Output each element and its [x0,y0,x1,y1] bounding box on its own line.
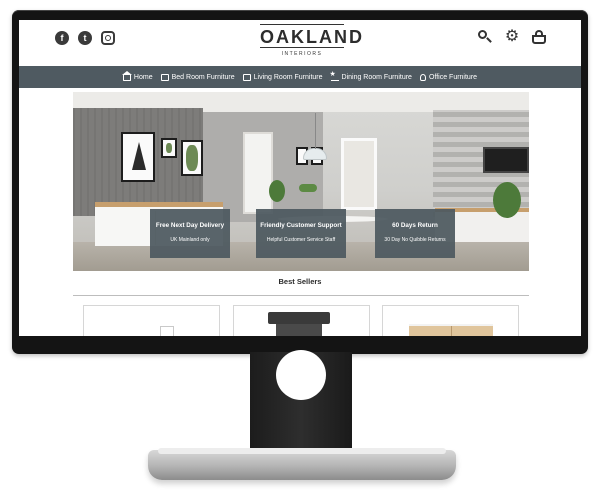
section-divider [73,295,529,296]
hero-picture-frame [181,140,203,176]
monitor-stand-base [148,450,456,480]
hero-plant [299,184,317,192]
nav-item-living-room[interactable]: Living Room Furniture [242,73,323,81]
monitor-stand-cable-hole [276,350,326,400]
facebook-icon[interactable]: f [55,31,69,45]
hero-plant [269,180,285,202]
home-icon [121,70,132,81]
product-thumbnail [409,324,493,336]
nav-item-label: Living Room Furniture [253,73,323,81]
logo-brand: OAKLAND [260,27,364,47]
product-card[interactable] [83,305,220,336]
feature-returns: 60 Days Return 30 Day No Quibble Returns [375,209,455,258]
hero-tv [483,147,529,173]
main-nav: Home Bed Room Furniture Living Room Furn… [19,66,581,88]
hero-banner: Free Next Day Delivery UK Mainland only … [73,92,529,271]
monitor-screen: f t OAKLAND INTERIORS ⚙ Home Bed Room Fu… [19,20,581,336]
feature-title: 60 Days Return [392,222,438,229]
product-thumbnail [268,312,330,336]
gear-icon[interactable]: ⚙ [504,29,520,45]
twitter-icon[interactable]: t [78,31,92,45]
search-icon[interactable] [477,29,493,45]
header-tools: ⚙ [477,29,547,45]
feature-title: Free Next Day Delivery [155,222,225,229]
monitor-stand-base-top [158,448,446,454]
site-logo[interactable]: OAKLAND INTERIORS [260,24,364,57]
lamp-icon [419,73,426,81]
hero-plant [493,182,521,218]
logo-subtitle: INTERIORS [281,51,323,57]
feature-subtitle: 30 Day No Quibble Returns [384,237,446,243]
hero-archway [341,138,377,210]
hero-picture-frame [161,138,177,158]
feature-delivery: Free Next Day Delivery UK Mainland only [150,209,230,258]
nav-item-label: Home [133,73,153,81]
bed-icon [160,73,169,81]
sofa-icon [242,73,251,81]
social-links: f t [55,31,115,45]
logo-mid-rule [260,47,344,48]
product-card[interactable] [233,305,370,336]
basket-icon[interactable] [531,29,547,45]
hero-pendant-lamp [303,113,327,160]
nav-item-bedroom[interactable]: Bed Room Furniture [160,73,235,81]
product-card[interactable] [382,305,519,336]
hero-picture-frame [121,132,155,182]
hero-door [243,132,273,214]
dining-icon [330,70,339,81]
nav-item-label: Dining Room Furniture [341,73,412,81]
nav-item-label: Office Furniture [428,73,478,81]
feature-subtitle: Helpful Customer Service Staff [266,237,336,243]
logo-top-rule [260,24,344,25]
feature-title: Friendly Customer Support [260,222,342,229]
best-sellers-title: Best Sellers [278,277,322,286]
nav-item-office[interactable]: Office Furniture [419,73,478,81]
nav-item-home[interactable]: Home [121,70,153,81]
feature-subtitle: UK Mainland only [170,237,210,243]
nav-item-dining-room[interactable]: Dining Room Furniture [330,70,412,81]
nav-item-label: Bed Room Furniture [171,73,235,81]
product-thumbnail [160,326,174,336]
site-header: f t OAKLAND INTERIORS ⚙ [19,20,581,66]
instagram-icon[interactable] [101,31,115,45]
feature-support: Friendly Customer Support Helpful Custom… [256,209,346,258]
